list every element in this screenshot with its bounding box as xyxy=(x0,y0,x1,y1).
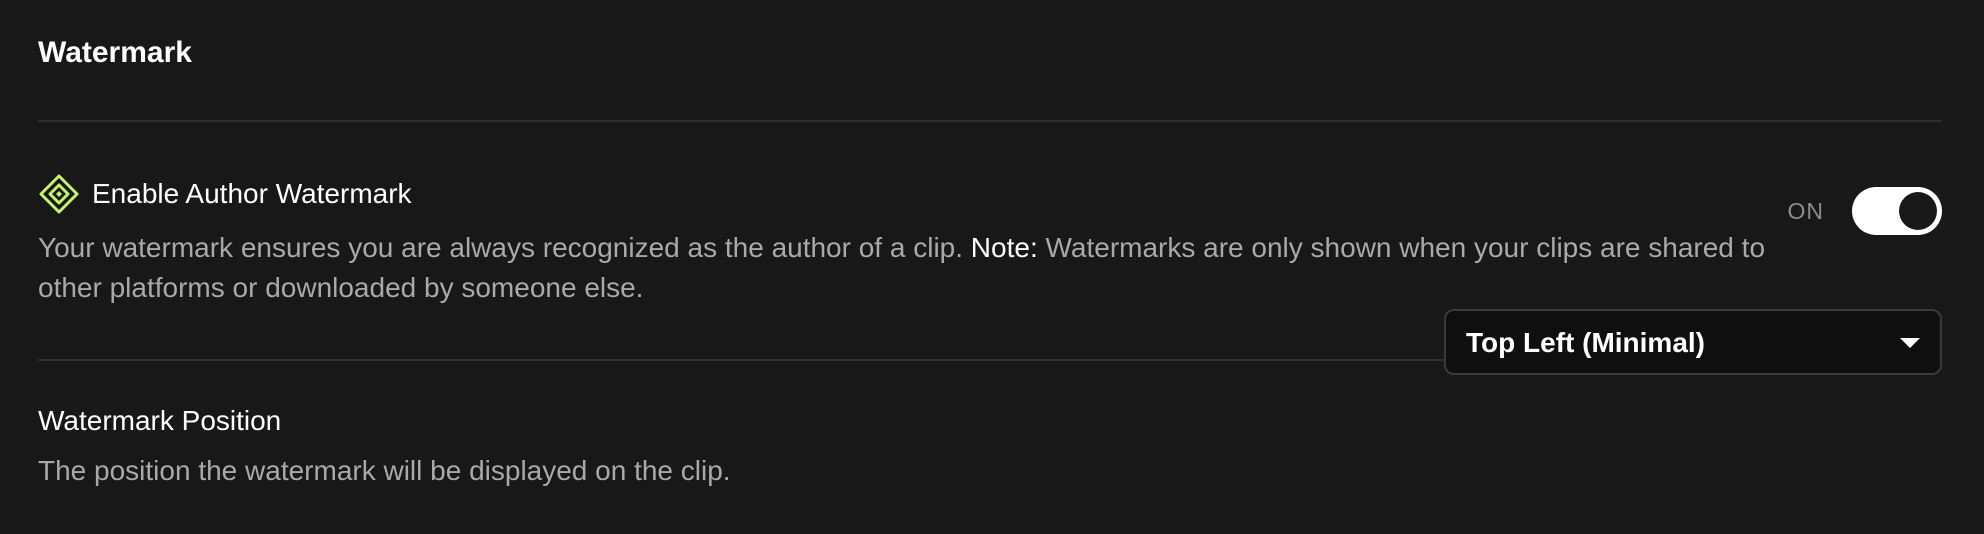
author-watermark-label: Enable Author Watermark xyxy=(92,178,412,209)
author-watermark-toggle[interactable] xyxy=(1852,187,1942,235)
select-value: Top Left (Minimal) xyxy=(1466,327,1705,358)
watermark-position-description: The position the watermark will be displ… xyxy=(38,455,731,486)
toggle-state-label: ON xyxy=(1787,197,1824,224)
description-main: Your watermark ensures you are always re… xyxy=(38,232,964,263)
watermark-settings-page: Watermark Enable Author Watermark Your w… xyxy=(38,0,1942,534)
toggle-knob xyxy=(1899,192,1937,230)
author-watermark-header: Enable Author Watermark xyxy=(38,173,412,215)
author-watermark-toggle-group: ON xyxy=(1787,187,1942,235)
section-title: Watermark xyxy=(38,36,192,69)
divider xyxy=(38,120,1942,122)
watermark-position-row: Watermark Position The position the wate… xyxy=(38,309,1942,505)
diamond-logo-icon xyxy=(38,173,80,215)
author-watermark-description: Your watermark ensures you are always re… xyxy=(38,228,1798,308)
chevron-down-icon xyxy=(1900,338,1920,348)
watermark-position-label: Watermark Position xyxy=(38,405,282,436)
note-label: Note: xyxy=(970,232,1038,263)
author-watermark-row: Enable Author Watermark Your watermark e… xyxy=(38,170,1942,320)
watermark-position-select[interactable]: Top Left (Minimal) xyxy=(1444,309,1942,375)
